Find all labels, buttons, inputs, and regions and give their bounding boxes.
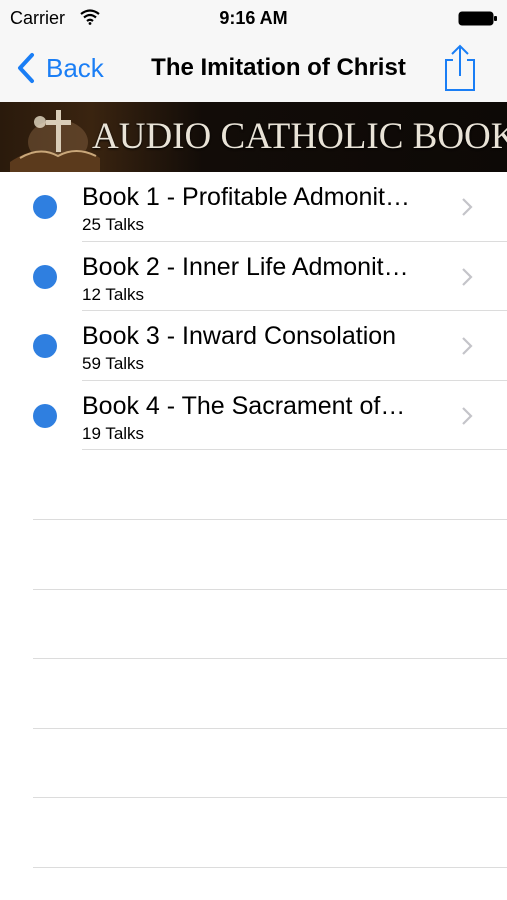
status-time: 9:16 AM (219, 8, 288, 28)
book-talk-count: 12 Talks (82, 284, 145, 304)
audio-catholic-books-banner: AUDIO CATHOLIC BOOKS (0, 102, 507, 172)
separator (33, 519, 507, 520)
book-talk-count: 19 Talks (82, 423, 145, 443)
list-item[interactable]: Book 3 - Inward Consolation 59 Talks (0, 311, 507, 381)
share-icon[interactable] (440, 44, 480, 92)
status-bar: Carrier 9:16 AM (0, 0, 507, 36)
unread-dot-icon (33, 195, 57, 219)
separator (33, 589, 507, 590)
separator (33, 658, 507, 659)
chevron-right-icon (462, 198, 473, 216)
open-book-cross-icon (10, 110, 100, 172)
battery-icon (458, 11, 497, 26)
chevron-right-icon (462, 267, 473, 286)
separator (33, 867, 507, 868)
unread-dot-icon (33, 264, 57, 289)
book-title: Book 3 - Inward Consolation (82, 322, 397, 350)
book-talk-count: 59 Talks (82, 354, 145, 373)
page-title: The Imitation of Christ (151, 54, 406, 81)
list-item[interactable]: Book 1 - Profitable Admonit… 25 Talks (0, 172, 507, 242)
book-list: Book 1 - Profitable Admonit… 25 Talks Bo… (0, 172, 507, 450)
separator (33, 797, 507, 798)
book-title: Book 1 - Profitable Admonit… (82, 183, 410, 211)
list-item[interactable]: Book 2 - Inner Life Admonit… 12 Talks (0, 242, 507, 311)
book-title: Book 2 - Inner Life Admonit… (82, 252, 409, 281)
chevron-right-icon (462, 337, 473, 355)
separator (33, 728, 507, 729)
unread-dot-icon (33, 334, 57, 358)
list-item[interactable]: Book 4 - The Sacrament of… 19 Talks (0, 381, 507, 450)
chevron-right-icon (462, 406, 473, 425)
banner-title: AUDIO CATHOLIC BOOKS (92, 116, 507, 157)
book-title: Book 4 - The Sacrament of… (82, 391, 406, 420)
separator (82, 449, 507, 450)
navigation-bar: Back The Imitation of Christ (0, 36, 507, 102)
unread-dot-icon (33, 403, 57, 428)
book-talk-count: 25 Talks (82, 215, 145, 234)
